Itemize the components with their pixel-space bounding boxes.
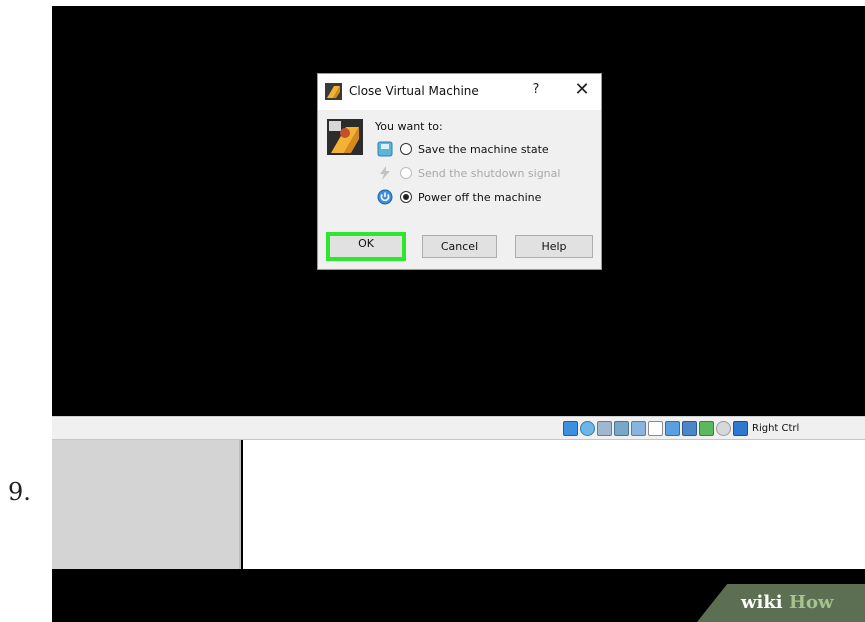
acpi-shutdown-icon (380, 166, 390, 180)
ok-button[interactable]: OK (326, 232, 406, 261)
save-state-icon (377, 141, 393, 157)
virtualbox-icon (325, 83, 342, 100)
display-icon[interactable] (665, 421, 680, 436)
radio-shutdown-signal (400, 167, 412, 179)
vrde-icon[interactable] (699, 421, 714, 436)
optical-drive-icon[interactable] (580, 421, 595, 436)
virtualbox-window: Close Virtual Machine ? ✕ You want to: S… (52, 6, 865, 622)
radio-power-off[interactable] (400, 191, 412, 203)
status-icons: Right Ctrl (563, 421, 799, 436)
help-icon[interactable]: ? (529, 82, 543, 98)
option-power-off[interactable]: Power off the machine (377, 188, 541, 206)
right-panel (243, 440, 865, 569)
dialog-title: Close Virtual Machine (349, 84, 479, 98)
video-capture-icon[interactable] (682, 421, 697, 436)
mouse-integration-icon[interactable] (733, 421, 748, 436)
left-panel (52, 440, 241, 569)
cancel-button[interactable]: Cancel (422, 235, 497, 258)
usb-icon[interactable] (631, 421, 646, 436)
watermark-how-text: How (789, 592, 834, 613)
host-key-label: Right Ctrl (752, 423, 800, 434)
option-save-state[interactable]: Save the machine state (377, 140, 549, 158)
power-off-icon (377, 189, 393, 205)
dialog-titlebar[interactable]: Close Virtual Machine ? ✕ (318, 74, 601, 110)
option-save-state-label: Save the machine state (418, 142, 549, 156)
option-shutdown-signal-label: Send the shutdown signal (418, 166, 561, 180)
close-vm-dialog: Close Virtual Machine ? ✕ You want to: S… (317, 73, 602, 270)
audio-icon[interactable] (597, 421, 612, 436)
step-number: 9. (8, 478, 31, 506)
prompt-text: You want to: (375, 120, 443, 133)
close-icon[interactable]: ✕ (573, 80, 591, 100)
network-icon[interactable] (614, 421, 629, 436)
help-button[interactable]: Help (515, 235, 593, 258)
watermark-wiki-text: wiki (741, 592, 783, 613)
option-shutdown-signal: Send the shutdown signal (377, 164, 560, 182)
virtualbox-logo-icon (327, 119, 363, 155)
shared-folders-icon[interactable] (648, 421, 663, 436)
hard-disk-icon[interactable] (563, 421, 578, 436)
cpu-icon[interactable] (716, 421, 731, 436)
vm-status-bar: Right Ctrl (52, 416, 865, 440)
option-power-off-label: Power off the machine (418, 190, 542, 204)
radio-save-state[interactable] (400, 143, 412, 155)
